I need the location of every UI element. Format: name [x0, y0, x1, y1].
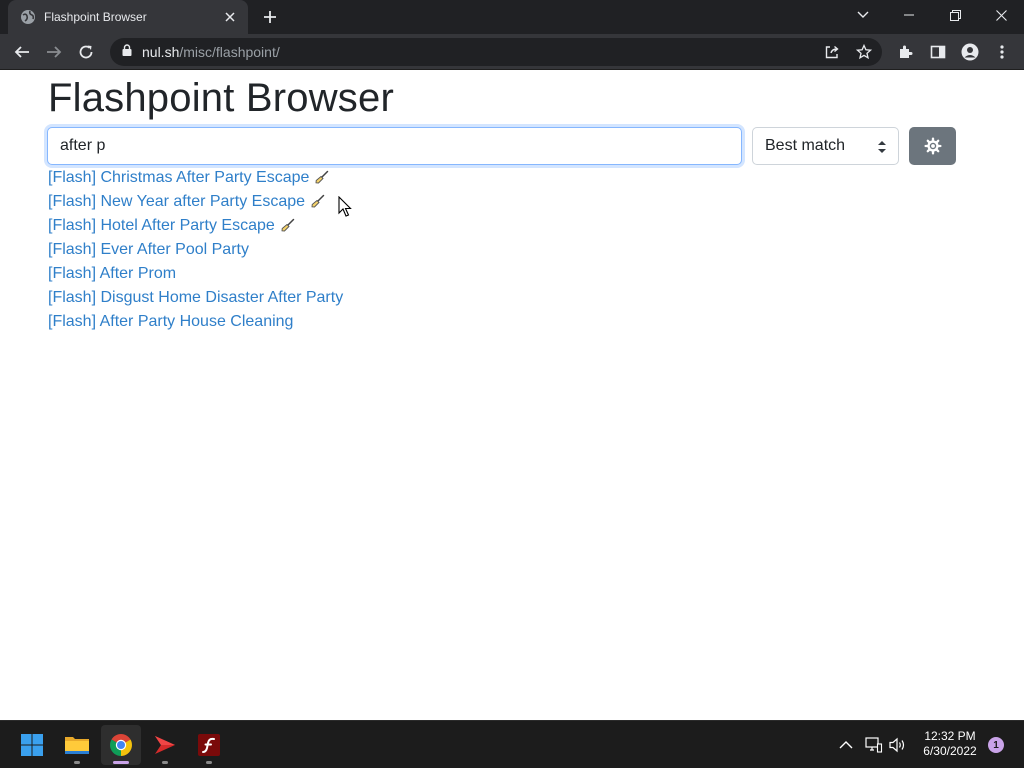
tab-title: Flashpoint Browser — [44, 10, 147, 24]
extensions-icon[interactable] — [894, 40, 918, 64]
close-window-button[interactable] — [978, 0, 1024, 30]
result-item: [Flash] Hotel After Party Escape — [48, 214, 343, 238]
taskbar-app-flashpoint-launcher[interactable] — [145, 725, 185, 765]
result-link[interactable]: [Flash] Hotel After Party Escape — [48, 217, 275, 234]
result-link[interactable]: [Flash] Disgust Home Disaster After Part… — [48, 289, 343, 306]
minimize-button[interactable] — [886, 0, 932, 30]
share-icon[interactable] — [824, 44, 840, 60]
address-bar[interactable]: nul.sh/misc/flashpoint/ — [110, 38, 882, 66]
search-input[interactable] — [47, 127, 742, 165]
select-arrows-icon — [878, 141, 886, 153]
restore-button[interactable] — [932, 0, 978, 30]
broom-icon — [315, 168, 329, 192]
browser-tab[interactable]: Flashpoint Browser — [8, 0, 248, 34]
browser-tab-strip: Flashpoint Browser — [0, 0, 1024, 34]
back-button[interactable] — [10, 40, 34, 64]
taskbar: 12:32 PM 6/30/2022 1 — [0, 720, 1024, 768]
result-link[interactable]: [Flash] New Year after Party Escape — [48, 193, 305, 210]
settings-button[interactable] — [909, 127, 956, 165]
result-item: [Flash] Disgust Home Disaster After Part… — [48, 286, 343, 310]
notification-badge[interactable]: 1 — [988, 737, 1004, 753]
result-item: [Flash] Christmas After Party Escape — [48, 166, 343, 190]
bookmark-star-icon[interactable] — [856, 44, 872, 60]
system-clock[interactable]: 12:32 PM 6/30/2022 — [916, 729, 984, 759]
running-indicator — [162, 761, 168, 764]
globe-icon — [20, 9, 36, 25]
side-panel-icon[interactable] — [926, 40, 950, 64]
running-indicator — [206, 761, 212, 764]
chevron-up-icon[interactable] — [836, 735, 856, 755]
clock-date: 6/30/2022 — [923, 744, 977, 758]
profile-icon[interactable] — [958, 40, 982, 64]
taskbar-app-file-explorer[interactable] — [57, 725, 97, 765]
taskbar-app-flash-player[interactable] — [189, 725, 229, 765]
page-content: Flashpoint Browser Best match [Flash] Ch… — [0, 71, 1024, 720]
url-text: nul.sh/misc/flashpoint/ — [142, 44, 280, 60]
chrome-icon — [110, 734, 132, 756]
clock-time: 12:32 PM — [924, 729, 976, 743]
start-button[interactable] — [12, 725, 52, 765]
result-link[interactable]: [Flash] After Prom — [48, 265, 176, 282]
page-title: Flashpoint Browser — [48, 76, 394, 120]
reload-button[interactable] — [74, 40, 98, 64]
forward-button[interactable] — [42, 40, 66, 64]
chrome-menu-icon[interactable] — [990, 40, 1014, 64]
running-indicator — [113, 761, 129, 764]
sort-selected-value: Best match — [765, 137, 846, 154]
broom-icon — [311, 192, 325, 216]
browser-toolbar: nul.sh/misc/flashpoint/ — [0, 34, 1024, 70]
close-tab-icon[interactable] — [222, 9, 238, 25]
flash-player-icon — [198, 734, 220, 756]
result-item: [Flash] New Year after Party Escape — [48, 190, 343, 214]
url-host: nul.sh — [142, 44, 180, 60]
file-explorer-icon — [65, 737, 89, 754]
network-icon[interactable] — [864, 735, 884, 755]
sort-select[interactable]: Best match — [752, 127, 899, 165]
url-path: /misc/flashpoint/ — [179, 44, 280, 60]
flashpoint-launcher-icon — [155, 736, 175, 754]
new-tab-button[interactable] — [258, 6, 282, 28]
running-indicator — [74, 761, 80, 764]
mouse-cursor-icon — [338, 196, 352, 217]
gear-icon — [923, 137, 942, 155]
result-link[interactable]: [Flash] Ever After Pool Party — [48, 241, 249, 258]
tab-search-button[interactable] — [840, 0, 886, 30]
windows-start-icon — [21, 734, 43, 756]
taskbar-app-chrome[interactable] — [101, 725, 141, 765]
lock-icon[interactable] — [122, 43, 132, 61]
result-item: [Flash] After Party House Cleaning — [48, 310, 343, 334]
result-link[interactable]: [Flash] After Party House Cleaning — [48, 313, 293, 330]
broom-icon — [281, 216, 295, 240]
result-link[interactable]: [Flash] Christmas After Party Escape — [48, 169, 309, 186]
volume-icon[interactable] — [888, 735, 908, 755]
results-list: [Flash] Christmas After Party Escape [Fla… — [48, 166, 343, 334]
result-item: [Flash] After Prom — [48, 262, 343, 286]
result-item: [Flash] Ever After Pool Party — [48, 238, 343, 262]
